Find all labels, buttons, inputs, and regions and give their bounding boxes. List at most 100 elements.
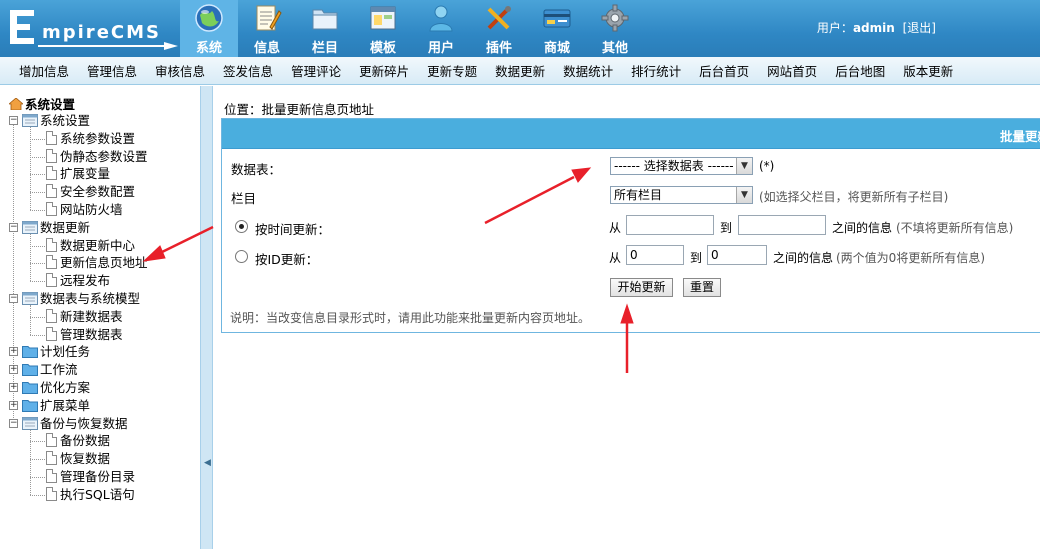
submenu-item[interactable]: 增加信息 [19,61,69,80]
submenu-item[interactable]: 签发信息 [223,61,273,80]
collapse-arrow-icon[interactable]: ◀ [204,458,211,468]
reset-button[interactable]: 重置 [683,278,721,297]
by-time-label: 按时间更新： [255,222,331,237]
column-hint: (如选择父栏目，将更新所有子栏目) [759,190,949,204]
tree-connector [30,192,45,194]
nav-label: 信息 [253,41,280,56]
expand-toggle-icon[interactable]: + [9,400,18,410]
submenu-item[interactable]: 后台首页 [699,61,749,80]
by-id-radio[interactable] [235,250,248,263]
time-to-input[interactable] [738,215,826,235]
chevron-down-icon: ▼ [736,158,752,174]
nav-other[interactable]: 其他 [586,0,644,57]
nav-label: 其他 [601,41,628,56]
tree-leaf-label: 管理备份目录 [60,469,136,484]
time-between-label: 之间的信息 [832,221,893,235]
expand-toggle-icon[interactable]: + [9,347,18,357]
folder-icon [22,363,38,377]
time-hint: (不填将更新所有信息) [896,221,1014,235]
user-info: 用户：admin [退出] [817,19,936,36]
tree-root[interactable]: 系统设置 [9,94,75,113]
submenu-item[interactable]: 数据更新 [495,61,545,80]
folder-icon [22,345,38,359]
tools-icon [487,6,511,30]
tree-leaf-label: 系统参数设置 [60,130,136,146]
tree-leaf-label: 备份数据 [60,433,111,449]
card-icon [543,9,571,28]
sub-menu: 增加信息 管理信息 审核信息 签发信息 管理评论 更新碎片 更新专题 数据更新 数据统计 排行统计… [0,57,1040,85]
column-select-value: 所有栏目 [614,188,663,202]
tree-leaf-label: 安全参数配置 [60,184,136,200]
column-select[interactable]: 所有栏目 ▼ [610,186,753,204]
submenu-item[interactable]: 排行统计 [631,61,681,80]
globe-icon [195,4,223,32]
open-list-icon [22,416,38,430]
nav-label: 栏目 [311,41,338,56]
page-icon [46,486,57,501]
window-icon [370,6,396,30]
table-label: 数据表： [231,162,282,177]
tree-leaf-label: 伪静态参数设置 [60,148,148,164]
tree-connector [30,127,31,210]
collapse-toggle-icon[interactable]: − [9,294,18,303]
page-icon [46,202,57,216]
tree-group-label: 系统设置 [40,113,91,128]
by-id-label: 按ID更新： [255,252,319,267]
collapse-toggle-icon[interactable]: − [9,418,18,428]
column-label: 栏目 [231,191,257,206]
nav-label: 插件 [485,41,512,56]
sidebar-splitter[interactable]: ◀ [200,86,213,549]
notepad-icon [256,5,282,31]
table-select-value: ------ 选择数据表 ------ [614,159,734,173]
tree-group-label: 工作流 [40,362,78,378]
home-icon [9,98,23,110]
nav-plugin[interactable]: 插件 [470,0,528,57]
nav-user[interactable]: 用户 [412,0,470,57]
submenu-item[interactable]: 更新专题 [427,61,477,80]
submenu-item[interactable]: 审核信息 [155,61,205,80]
main-nav: 系统 信息 栏目 模板 用户 插件 商城 其他 [180,0,644,57]
tree-group-label: 数据更新 [40,219,91,235]
expand-toggle-icon[interactable]: + [9,383,18,392]
submenu-item[interactable]: 后台地图 [835,61,885,80]
nav-info[interactable]: 信息 [238,0,296,57]
start-update-button[interactable]: 开始更新 [610,278,673,297]
logout-link[interactable]: [退出] [903,21,936,35]
table-select[interactable]: ------ 选择数据表 ------ ▼ [610,157,753,175]
tree-connector [30,334,45,336]
by-time-radio[interactable] [235,220,248,233]
collapse-toggle-icon[interactable]: − [9,222,18,232]
folder-icon [312,9,338,30]
open-list-icon [22,220,38,234]
submenu-item[interactable]: 数据统计 [563,61,613,80]
submenu-item[interactable]: 网站首页 [767,61,817,80]
page-icon [46,469,57,483]
id-from-input[interactable] [626,245,684,265]
tree-connector [30,459,45,461]
empirecms-logo[interactable]: mpireCMS [6,6,178,50]
user-icon [429,5,453,32]
nav-system[interactable]: 系统 [180,0,238,57]
collapse-toggle-icon[interactable]: − [9,116,18,125]
batch-update-panel: 批量更新 数据表： ------ 选择数据表 ------ ▼ (*) 栏目 所… [221,118,1040,333]
submenu-item[interactable]: 更新碎片 [359,61,409,80]
nav-template[interactable]: 模板 [354,0,412,57]
panel-header: 批量更新 [222,119,1040,149]
logo-arrow [38,42,178,50]
submenu-item[interactable]: 管理信息 [87,61,137,80]
tree-leaf-label: 网站防火墙 [60,202,123,217]
time-to-label: 到 [720,221,733,235]
nav-column[interactable]: 栏目 [296,0,354,57]
id-to-input[interactable] [707,245,767,265]
submenu-item[interactable]: 管理评论 [291,61,341,80]
nav-shop[interactable]: 商城 [528,0,586,57]
gear-icon [601,4,629,32]
page-icon [46,237,57,252]
expand-toggle-icon[interactable]: + [9,365,18,375]
time-from-input[interactable] [626,215,714,235]
page-icon [46,451,57,466]
tree-connector [30,494,45,496]
tree-connector [30,305,31,335]
submenu-item[interactable]: 版本更新 [903,61,953,80]
page-icon [46,255,57,270]
